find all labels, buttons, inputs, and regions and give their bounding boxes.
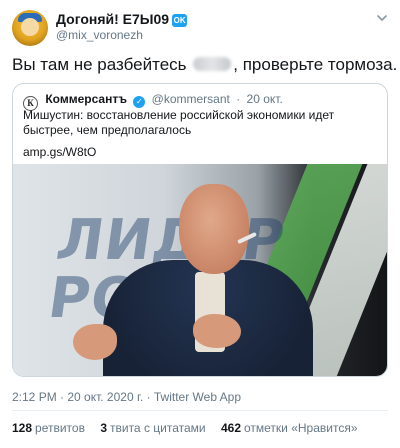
quote-tweets-count: 3 [100, 421, 107, 435]
quote-tweets-label: твита с цитатами [110, 421, 206, 435]
author-handle[interactable]: @mix_voronezh [56, 28, 143, 42]
tweet-timestamp[interactable]: 2:12 PM · 20 окт. 2020 г. · Twitter Web … [12, 390, 241, 404]
likes-count: 462 [220, 421, 241, 435]
tweet: Догоняй! Е7Ы09 OK @mix_voronezh Вы там не… [0, 0, 400, 448]
tweet-text: Вы там не разбейтесь , проверьте тормоза… [12, 54, 397, 76]
quoted-tweet[interactable]: К Коммерсантъ ✓ @kommersant · 20 окт. Ми… [12, 83, 388, 377]
likes-stat[interactable]: 462 отметки «Нравится» [221, 421, 358, 435]
speaker-right-hand [193, 314, 241, 348]
quoted-separator: · [236, 92, 241, 106]
quoted-handle: @kommersant [151, 92, 230, 106]
chevron-down-icon[interactable] [376, 12, 388, 24]
quoted-date: 20 окт. [246, 92, 283, 106]
divider [12, 410, 388, 411]
quoted-text: Мишустин: восстановление российской экон… [23, 108, 335, 137]
retweets-stat[interactable]: 128 ретвитов [12, 421, 85, 435]
author-name-text: Догоняй! Е7Ы09 [56, 11, 170, 27]
retweets-count: 128 [12, 421, 33, 435]
speaker-left-hand [73, 324, 117, 360]
tweet-text-after: , проверьте тормоза. [233, 55, 398, 74]
quoted-photo[interactable]: ЛИДЕРРОСС [13, 164, 387, 376]
quoted-link[interactable]: amp.gs/W8tO [23, 145, 96, 159]
quoted-name: Коммерсантъ [45, 92, 127, 106]
avatar-face [21, 18, 39, 36]
likes-label: отметки «Нравится» [244, 421, 358, 435]
author-name[interactable]: Догоняй! Е7Ы09 OK [56, 11, 188, 27]
author-badge: OK [172, 14, 188, 27]
verified-icon: ✓ [133, 96, 146, 108]
author-avatar[interactable] [12, 10, 48, 46]
retweets-label: ретвитов [35, 421, 85, 435]
tweet-stats: 128 ретвитов 3 твита с цитатами 462 отметки… [12, 421, 370, 435]
blurred-word [193, 57, 232, 71]
quote-tweets-stat[interactable]: 3 твита с цитатами [100, 421, 205, 435]
tweet-text-before: Вы там не разбейтесь [12, 55, 187, 74]
speaker-head [179, 184, 249, 274]
